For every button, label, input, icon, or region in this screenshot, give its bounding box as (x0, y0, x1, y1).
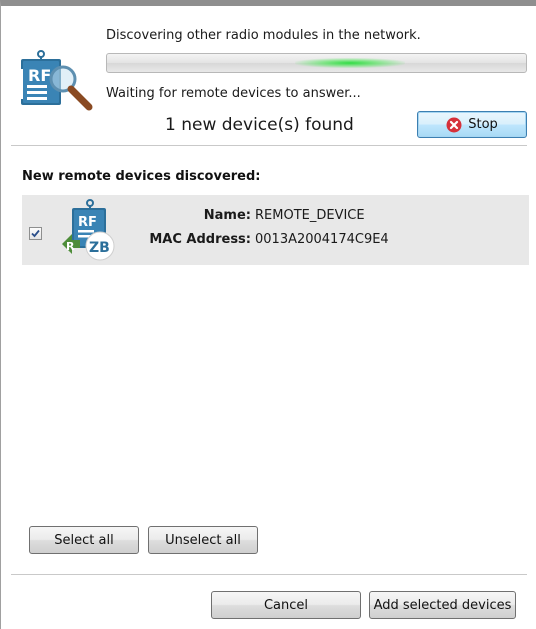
dialog-window: RF Discovering other radio modules in th… (0, 0, 536, 629)
devices-section-title: New remote devices discovered: (22, 169, 261, 184)
discovery-progress-bar (106, 53, 527, 73)
devices-found-count: 1 new device(s) found (165, 115, 354, 135)
svg-text:RF: RF (78, 215, 97, 230)
discovery-header: RF Discovering other radio modules in th… (1, 6, 536, 144)
waiting-status-text: Waiting for remote devices to answer... (106, 86, 361, 101)
device-mac-value: 0013A2004174C9E4 (255, 232, 389, 247)
device-mac-label: MAC Address: (149, 232, 251, 247)
stop-icon (446, 117, 462, 132)
add-selected-devices-button[interactable]: Add selected devices (369, 591, 516, 619)
checkmark-icon (31, 229, 40, 238)
svg-text:R: R (66, 240, 75, 253)
progress-indicator (295, 58, 405, 68)
svg-text:RF: RF (28, 66, 51, 85)
svg-text:ZB: ZB (89, 240, 110, 256)
device-select-checkbox[interactable] (29, 227, 42, 240)
select-all-button[interactable]: Select all (29, 526, 139, 554)
device-name-value: REMOTE_DEVICE (255, 208, 365, 223)
unselect-all-button[interactable]: Unselect all (148, 526, 258, 554)
device-list-item[interactable]: RF R ZB Name: REMOTE_DEVICE MAC Address:… (22, 195, 529, 265)
radio-search-icon: RF (21, 50, 93, 111)
stop-button-label: Stop (468, 117, 498, 132)
device-name-label: Name: (203, 208, 251, 223)
footer-divider (11, 574, 527, 575)
header-divider (11, 145, 527, 146)
zigbee-device-icon: RF R ZB (62, 199, 115, 261)
stop-button[interactable]: Stop (417, 111, 527, 138)
cancel-button[interactable]: Cancel (211, 591, 361, 619)
discovery-status-text: Discovering other radio modules in the n… (106, 28, 421, 43)
